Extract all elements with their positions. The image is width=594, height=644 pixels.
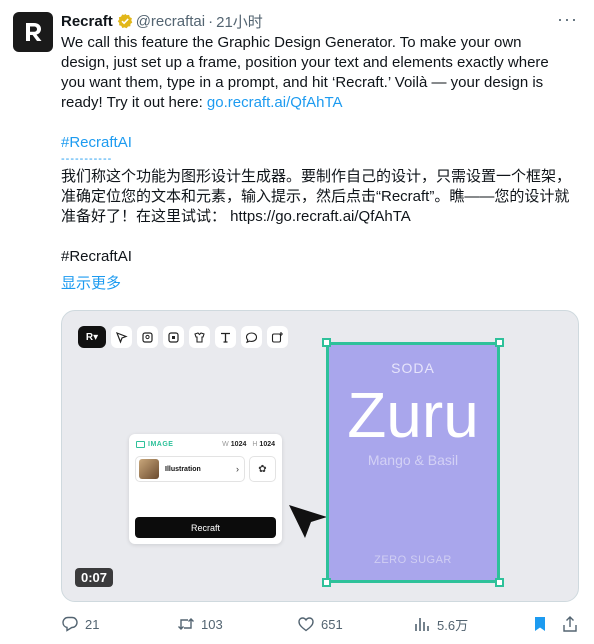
show-more-link[interactable]: 显示更多	[61, 274, 581, 294]
retweet-count: 103	[201, 616, 223, 632]
views-chart-icon	[415, 618, 429, 631]
reply-count: 21	[85, 616, 100, 632]
tweet-line-text: ready! Try it out here:	[61, 94, 207, 111]
width-number: 1024	[230, 441, 247, 448]
text-tool-icon	[215, 326, 236, 348]
tweet-line: We call this feature the Graphic Design …	[61, 34, 522, 51]
retweet-icon	[178, 618, 194, 630]
height-number: 1024	[259, 441, 275, 448]
tweet-line-cn: 准备好了！在这里试试： https://go.recraft.ai/QfAhTA	[61, 208, 411, 225]
retweet-button[interactable]: 103	[177, 615, 223, 633]
style-name: Illustration	[165, 465, 201, 473]
video-media[interactable]: R▾ IMAGE W 1024 H 1024 Illustration › ✿ Re…	[61, 310, 579, 602]
comment-tool-icon	[241, 326, 262, 348]
panel-header: IMAGE	[136, 441, 173, 448]
heart-icon	[298, 617, 314, 632]
verified-badge-icon	[117, 13, 133, 29]
tweet-actions: 21 103 651 5.6万	[61, 612, 581, 636]
author-name[interactable]: Recraft	[61, 13, 113, 30]
recraft-logo-icon	[26, 23, 42, 41]
style-selector: Illustration ›	[135, 456, 245, 482]
reply-icon	[62, 616, 78, 632]
width-label: W	[222, 441, 229, 448]
views-button[interactable]: 5.6万	[413, 615, 468, 634]
select-tool-icon	[111, 326, 132, 348]
resize-handle	[322, 338, 331, 347]
tweet-line: ready! Try it out here: go.recraft.ai/Qf…	[61, 93, 581, 113]
reply-button[interactable]: 21	[61, 615, 99, 633]
height-value: H 1024	[252, 441, 275, 448]
add-image-tool-icon	[267, 326, 288, 348]
width-value: W 1024	[222, 441, 246, 448]
image-icon	[136, 441, 145, 448]
tweet-line: you want them, type in a prompt, and hit…	[61, 74, 544, 91]
tweet-link[interactable]: go.recraft.ai/QfAhTA	[207, 94, 343, 111]
design-frame: SODA Zuru Mango & Basil ZERO SUGAR	[322, 338, 504, 587]
cursor-arrow-icon	[289, 505, 327, 538]
resize-handle	[495, 338, 504, 347]
generation-panel: IMAGE W 1024 H 1024 Illustration › ✿ Recra…	[129, 434, 282, 544]
design-bottom-text: ZERO SUGAR	[374, 554, 452, 566]
recraft-button: Recraft	[135, 517, 276, 538]
hashtag-text: #RecraftAI	[61, 248, 132, 265]
share-button[interactable]	[561, 615, 579, 633]
like-count: 651	[321, 616, 343, 632]
style-thumbnail	[139, 459, 159, 479]
views-count: 5.6万	[437, 617, 469, 633]
tweet-text: We call this feature the Graphic Design …	[61, 33, 581, 294]
share-icon	[563, 616, 577, 632]
resize-handle	[322, 578, 331, 587]
palette-icon: ✿	[249, 456, 276, 482]
more-options-icon[interactable]: ···	[557, 10, 578, 28]
tweet-line: design, just set up a frame, position yo…	[61, 54, 549, 71]
frame-tool-icon	[163, 326, 184, 348]
bookmark-button[interactable]	[531, 615, 549, 633]
separator-dot: ·	[208, 12, 214, 30]
design-title: Zuru	[347, 379, 479, 451]
like-button[interactable]: 651	[297, 615, 343, 633]
panel-header-label: IMAGE	[148, 441, 174, 448]
hashtag-link[interactable]: #RecraftAI	[61, 133, 581, 153]
tweet-timestamp[interactable]: 21小时	[216, 11, 263, 32]
image-tool-icon	[137, 326, 158, 348]
resize-handle	[495, 578, 504, 587]
mockup-tool-icon	[189, 326, 210, 348]
author-handle[interactable]: @recraftai	[136, 13, 205, 30]
toolbar-logo-icon: R▾	[78, 326, 106, 348]
dashed-separator: -----------	[61, 153, 113, 165]
design-top-text: SODA	[391, 360, 435, 376]
avatar[interactable]	[13, 12, 53, 52]
dimensions: W 1024 H 1024	[222, 441, 275, 448]
video-duration: 0:07	[75, 568, 114, 587]
editor-toolbar: R▾	[78, 326, 288, 348]
bookmark-icon	[535, 617, 545, 631]
chevron-right-icon: ›	[236, 464, 239, 474]
tweet-line-cn: 我们称这个功能为图形设计生成器。要制作自己的设计，只需设置一个框架，	[61, 168, 572, 185]
height-label: H	[252, 441, 258, 448]
design-subtitle: Mango & Basil	[367, 452, 459, 468]
tweet-header: Recraft @recraftai · 21小时 ···	[61, 10, 582, 32]
tweet-line-cn: 准确定位您的文本和元素，输入提示，然后点击“Recraft”。瞧——您的设计就	[61, 188, 570, 205]
